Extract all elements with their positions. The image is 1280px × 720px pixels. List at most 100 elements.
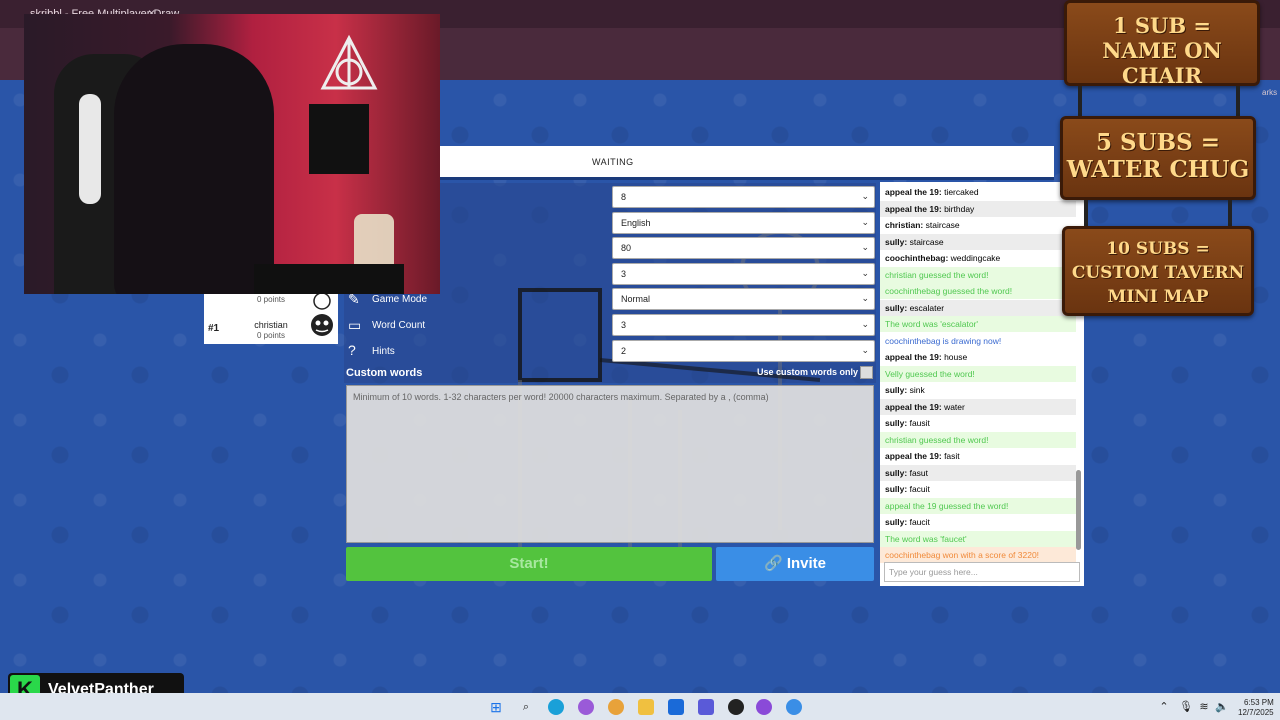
chat-text: The word was 'escalator' xyxy=(885,319,979,329)
chat-text: staircase xyxy=(925,220,960,230)
player-rank: #1 xyxy=(208,323,220,334)
sign-chain xyxy=(1078,86,1082,118)
webcam-overlay xyxy=(24,14,440,294)
hints-label: Hints xyxy=(372,346,395,357)
custom-words-title: Custom words xyxy=(346,367,423,379)
bookmarks-label[interactable]: arks xyxy=(1262,88,1277,97)
chat-message: coochinthebag: weddingcake xyxy=(880,250,1076,266)
chat-message: christian: staircase xyxy=(880,217,1076,233)
chevron-down-icon: ⌄ xyxy=(861,293,869,303)
chevron-up-icon[interactable]: ⌃ xyxy=(1156,699,1172,715)
chat-message: appeal the 19: fasit xyxy=(880,448,1076,464)
chat-message: christian guessed the word! xyxy=(880,431,1076,448)
edge-icon[interactable] xyxy=(548,699,564,715)
chat-text: weddingcake xyxy=(950,253,1001,263)
microphone-icon[interactable]: 🎙 xyxy=(1178,699,1194,715)
clock-time[interactable]: 6:53 PM xyxy=(1244,698,1274,707)
hints-select[interactable]: 2 ⌄ xyxy=(612,340,875,362)
chat-text: staircase xyxy=(909,236,944,247)
volume-icon[interactable]: 🔈 xyxy=(1214,699,1230,715)
app-icon[interactable] xyxy=(786,699,802,715)
search-icon[interactable]: ⌕ xyxy=(518,699,534,715)
webcam-monitor xyxy=(254,264,404,294)
chat-message: sully: fasut xyxy=(880,464,1076,481)
discord-icon[interactable] xyxy=(756,699,772,715)
chat-username: appeal the 19: xyxy=(885,203,942,214)
link-icon: 🔗 xyxy=(763,555,783,572)
chat-username: sully: xyxy=(885,467,908,478)
chat-text: coochinthebag is drawing now! xyxy=(885,335,1002,346)
chat-message: sully: escalater xyxy=(880,299,1076,316)
chat-text: tiercaked xyxy=(944,187,979,197)
players-select[interactable]: 8 ⌄ xyxy=(612,186,875,208)
chat-username: sully: xyxy=(885,385,908,395)
copilot-icon[interactable] xyxy=(578,699,594,715)
chat-text: coochinthebag guessed the word! xyxy=(885,286,1013,296)
chat-text: coochinthebag won with a score of 3220! xyxy=(885,550,1040,560)
webcam-person xyxy=(114,44,274,294)
file-explorer-icon[interactable] xyxy=(638,699,654,715)
chrome-icon[interactable] xyxy=(608,699,624,715)
player-name: christian xyxy=(254,320,288,330)
player-points: 0 points xyxy=(256,295,286,304)
sub-goal-line: CUSTOM TAVERN xyxy=(1071,263,1245,283)
chat-message: christian guessed the word! xyxy=(880,266,1076,283)
chat-message: Velly guessed the word! xyxy=(880,365,1076,382)
chat-message: appeal the 19: water xyxy=(880,398,1076,415)
game-status: WAITING xyxy=(592,157,634,167)
chat-message: appeal the 19: house xyxy=(880,349,1076,365)
chat-username: appeal the 19: xyxy=(885,451,942,461)
game-mode-select[interactable]: Normal ⌄ xyxy=(612,288,875,310)
chat-text: christian guessed the word! xyxy=(885,269,989,280)
obs-icon[interactable] xyxy=(728,699,744,715)
game-header: WAITING xyxy=(440,146,1054,180)
rounds-select[interactable]: 3 ⌄ xyxy=(612,263,875,285)
outlook-icon[interactable] xyxy=(668,699,684,715)
hints-select-value: 2 xyxy=(621,346,627,356)
custom-words-textarea[interactable]: Minimum of 10 words. 1-32 characters per… xyxy=(346,385,874,543)
windows-start-icon[interactable]: ⊞ xyxy=(488,699,504,715)
chat-text: faucit xyxy=(909,517,930,527)
chat-message: coochinthebag won with a score of 3220! xyxy=(880,547,1076,563)
game-mode-label: Game Mode xyxy=(372,294,428,305)
drawtime-select-value: 80 xyxy=(621,243,632,253)
game-mode-select-value: Normal xyxy=(621,294,651,304)
chat-text: birthday xyxy=(944,203,975,214)
sub-goal-line: NAME ON CHAIR xyxy=(1102,38,1222,88)
chat-username: christian: xyxy=(885,220,924,230)
word-count-select-value: 3 xyxy=(621,320,627,330)
player-avatar-icon xyxy=(311,314,333,336)
sub-goal-sign: 1 SUB = NAME ON CHAIR xyxy=(1064,0,1260,88)
word-count-icon: ▭ xyxy=(348,317,362,333)
word-count-select[interactable]: 3 ⌄ xyxy=(612,314,875,336)
chat-text: fasit xyxy=(944,451,960,461)
chat-text: fausit xyxy=(909,418,930,428)
chevron-down-icon: ⌄ xyxy=(861,242,869,252)
chat-scrollbar[interactable] xyxy=(1076,470,1081,550)
chat-message: appeal the 19: birthday xyxy=(880,200,1076,217)
chat-text: fasut xyxy=(909,467,929,478)
chat-message: sully: facuit xyxy=(880,481,1076,497)
custom-words-only-checkbox[interactable] xyxy=(860,366,873,379)
start-button[interactable]: Start! xyxy=(346,547,712,581)
clock-date[interactable]: 12/7/2025 xyxy=(1238,708,1274,717)
chat-message: sully: faucit xyxy=(880,514,1076,530)
teams-icon[interactable] xyxy=(698,699,714,715)
chevron-down-icon: ⌄ xyxy=(861,191,869,201)
drawtime-select[interactable]: 80 ⌄ xyxy=(612,237,875,259)
sub-goal-sign: 10 SUBS = CUSTOM TAVERN MINI MAP xyxy=(1062,226,1254,316)
chevron-down-icon: ⌄ xyxy=(861,319,869,329)
language-select[interactable]: English ⌄ xyxy=(612,212,875,234)
invite-button[interactable]: 🔗 Invite xyxy=(716,547,874,581)
chat-message: sully: sink xyxy=(880,382,1076,398)
chat-username: sully: xyxy=(885,484,908,494)
chat-username: sully: xyxy=(885,418,908,428)
sub-goal-line: WATER CHUG xyxy=(1066,156,1250,183)
wifi-icon[interactable]: ≋ xyxy=(1196,699,1212,715)
guess-input[interactable]: Type your guess here... xyxy=(884,562,1080,582)
sign-chain xyxy=(1236,86,1240,118)
chat-text: christian guessed the word! xyxy=(885,434,989,445)
language-select-value: English xyxy=(621,218,651,228)
chat-panel: appeal the 19: tiercaked appeal the 19: b… xyxy=(880,182,1084,586)
chat-username: appeal the 19: xyxy=(885,352,942,362)
